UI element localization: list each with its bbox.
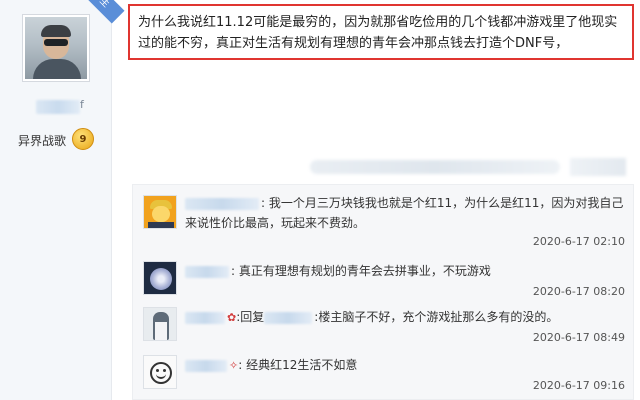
reply-content: ✧: 经典红12生活不如意 [185, 355, 627, 376]
reply-text: : 真正有理想有规划的青年会去拼事业，不玩游戏 [231, 264, 491, 278]
reply-timestamp: 2020-6-17 08:49 [532, 331, 625, 344]
post-actions-blurred [570, 158, 626, 176]
flower-icon: ✿ [227, 311, 237, 324]
sparkle-icon: ✧ [229, 359, 239, 372]
reply-avatar[interactable] [143, 195, 177, 229]
reply-username-blurred[interactable] [185, 197, 259, 210]
level-badge: 9 [72, 128, 94, 150]
reply-avatar[interactable] [143, 355, 177, 389]
avatar-photo [25, 17, 87, 79]
rank-title: 异界战歌 [18, 134, 67, 148]
mention-blurred[interactable] [264, 311, 313, 324]
username-tail: f [80, 98, 84, 111]
reply-list: : 我一个月三万块钱我也就是个红11，为什么是红11，因为对我自己来说性价比最高… [132, 184, 634, 400]
reply-avatar[interactable] [143, 307, 177, 341]
reply-avatar[interactable] [143, 261, 177, 295]
user-avatar[interactable] [22, 14, 90, 82]
reply-text: : 经典红12生活不如意 [238, 358, 358, 372]
reply-prefix: 回复 [240, 310, 265, 324]
reply-username-blurred[interactable] [185, 311, 225, 324]
post-toolbar-blurred [310, 160, 560, 174]
reply-timestamp: 2020-6-17 09:16 [532, 379, 625, 392]
post-content: 为什么我说红11.12可能是最穷的，因为就那省吃俭用的几个钱都冲游戏里了他现实过… [138, 15, 618, 51]
username-blurred[interactable] [36, 100, 80, 114]
reply-content: : 真正有理想有规划的青年会去拼事业，不玩游戏 [185, 261, 627, 281]
user-sidebar: 主 f 异界战歌 9 [0, 0, 125, 400]
reply-content: ✿:回复:楼主脑子不好，充个游戏扯那么多有的没的。 [185, 307, 627, 328]
reply-content: : 我一个月三万块钱我也就是个红11，为什么是红11，因为对我自己来说性价比最高… [185, 196, 624, 230]
reply-username-blurred[interactable] [185, 265, 229, 278]
post-highlight-box: 为什么我说红11.12可能是最穷的，因为就那省吃俭用的几个钱都冲游戏里了他现实过… [128, 4, 634, 60]
reply-text: :楼主脑子不好，充个游戏扯那么多有的没的。 [314, 310, 559, 324]
reply-timestamp: 2020-6-17 08:20 [532, 285, 625, 298]
reply-timestamp: 2020-6-17 02:10 [532, 235, 625, 248]
reply-username-blurred[interactable] [185, 359, 227, 372]
